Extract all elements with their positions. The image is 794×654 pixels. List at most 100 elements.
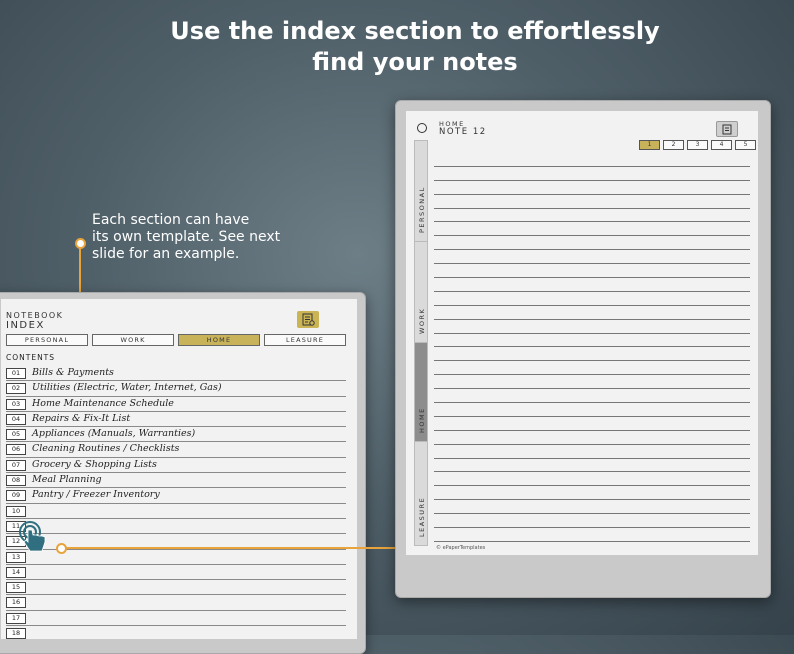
ruled-line [434, 514, 750, 529]
side-tab-work[interactable]: WORK [414, 241, 428, 343]
side-tab-home[interactable]: HOME [414, 342, 428, 442]
page-button[interactable]: 4 [711, 140, 732, 150]
footer-credit: © ePaperTemplates [436, 545, 486, 551]
ruled-line [434, 472, 750, 487]
callout-line-3: slide for an example. [92, 246, 240, 262]
connector-dot-top [75, 238, 86, 249]
side-tab-label: LEASURE [418, 496, 426, 537]
ruled-line [434, 250, 750, 265]
ruled-line [434, 153, 750, 167]
index-row[interactable]: 03 Home Maintenance Schedule [6, 397, 346, 412]
connector-horizontal [62, 547, 424, 549]
ruled-line [434, 278, 750, 292]
ruled-line [434, 431, 750, 445]
side-tab-label: WORK [418, 307, 426, 334]
notebook-index-tablet: NOTEBOOK INDEX PERSONAL WORK HOME LEASUR… [0, 292, 366, 654]
notebook-subtitle: INDEX [6, 320, 45, 331]
index-row-text: Bills & Payments [32, 367, 114, 378]
tab-personal[interactable]: PERSONAL [6, 334, 88, 346]
index-row[interactable]: 09 Pantry / Freezer Inventory [6, 488, 346, 504]
section-tabs: PERSONAL WORK HOME LEASURE [6, 334, 346, 346]
ruled-line [434, 236, 750, 251]
notebook-title: NOTEBOOK [6, 311, 64, 320]
note-page-tablet: HOME NOTE 12 12345 PERSONAL WORK HOME LE… [395, 100, 771, 598]
side-tab-label: PERSONAL [418, 186, 426, 233]
index-row-text: Home Maintenance Schedule [32, 397, 174, 409]
index-row-number: 06 [6, 444, 26, 456]
page-button[interactable]: 2 [663, 140, 684, 150]
connector-dot-row [56, 543, 67, 554]
index-list: 01 Bills & Payments 02 Utilities (Electric,… [6, 366, 346, 639]
ruled-line [434, 292, 750, 306]
callout-line-2: its own template. See next [92, 229, 281, 245]
contents-label: CONTENTS [6, 353, 56, 362]
ruled-line [434, 320, 750, 334]
index-row[interactable]: 08 Meal Planning [6, 473, 346, 489]
index-row-number: 07 [6, 459, 26, 471]
callout-text: Each section can have its own template. … [92, 212, 292, 263]
index-row-number: 17 [6, 612, 26, 624]
notes-icon[interactable] [716, 121, 738, 137]
ruled-line [434, 181, 750, 195]
index-row-number: 10 [6, 505, 26, 517]
index-row[interactable]: 10 [6, 504, 346, 519]
page-button[interactable]: 3 [687, 140, 708, 150]
side-tab-leasure[interactable]: LEASURE [414, 441, 428, 546]
index-row[interactable]: 04 Repairs & Fix-It List [6, 412, 346, 428]
side-tab-label: HOME [418, 407, 426, 433]
ruled-line [434, 209, 750, 223]
page-button[interactable]: 1 [639, 140, 660, 150]
index-row[interactable]: 02 Utilities (Electric, Water, Internet, … [6, 381, 346, 397]
index-row-text: Meal Planning [32, 474, 102, 486]
index-row-number: 08 [6, 475, 26, 487]
index-row[interactable]: 01 Bills & Payments [6, 366, 346, 382]
ruled-line [434, 306, 750, 320]
index-row[interactable]: 18 [6, 626, 346, 639]
ruled-line [434, 264, 750, 279]
page-button[interactable]: 5 [735, 140, 756, 150]
notes-icon[interactable] [297, 311, 319, 328]
index-row-text: Utilities (Electric, Water, Internet, Ga… [32, 382, 222, 394]
index-row-number: 18 [6, 628, 26, 639]
clock-icon[interactable] [417, 123, 427, 133]
ruled-line [434, 403, 750, 417]
index-row[interactable]: 14 [6, 565, 346, 581]
index-row-number: 09 [6, 490, 26, 502]
page-selector: 12345 [639, 140, 756, 150]
index-row-number: 03 [6, 398, 26, 410]
ruled-line [434, 334, 750, 348]
ruled-line [434, 347, 750, 362]
notebook-index-screen: NOTEBOOK INDEX PERSONAL WORK HOME LEASUR… [1, 299, 357, 639]
ruled-line [434, 445, 750, 459]
index-row[interactable]: 15 [6, 580, 346, 596]
tap-hand-icon [18, 520, 52, 554]
ruled-line [434, 222, 750, 237]
headline-line-2: find your notes [312, 48, 518, 76]
tab-home[interactable]: HOME [178, 334, 260, 346]
tab-leasure[interactable]: LEASURE [264, 334, 346, 346]
index-row-number: 01 [6, 368, 26, 379]
index-row-text: Appliances (Manuals, Warranties) [32, 428, 196, 440]
tab-work[interactable]: WORK [92, 334, 174, 346]
ruled-lines [434, 153, 750, 555]
index-row-number: 05 [6, 429, 26, 441]
index-row[interactable]: 17 [6, 611, 346, 627]
headline-line-1: Use the index section to effortlessly [170, 17, 660, 45]
index-row[interactable]: 16 [6, 595, 346, 611]
index-row-number: 02 [6, 383, 26, 395]
ruled-line [434, 459, 750, 473]
index-row-number: 15 [6, 582, 26, 594]
side-tab-personal[interactable]: PERSONAL [414, 140, 428, 242]
ruled-line [434, 389, 750, 404]
index-row[interactable]: 07 Grocery & Shopping Lists [6, 458, 346, 474]
callout-line-1: Each section can have [92, 212, 250, 228]
index-row-text: Repairs & Fix-It List [32, 412, 131, 424]
ruled-line [434, 375, 750, 390]
ruled-line [434, 195, 750, 209]
note-title: NOTE 12 [439, 127, 487, 137]
index-row[interactable]: 06 Cleaning Routines / Checklists [6, 442, 346, 458]
index-row[interactable]: 11 [6, 519, 346, 535]
ruled-line [434, 167, 750, 181]
note-page-screen: HOME NOTE 12 12345 PERSONAL WORK HOME LE… [406, 111, 758, 555]
index-row[interactable]: 05 Appliances (Manuals, Warranties) [6, 427, 346, 443]
